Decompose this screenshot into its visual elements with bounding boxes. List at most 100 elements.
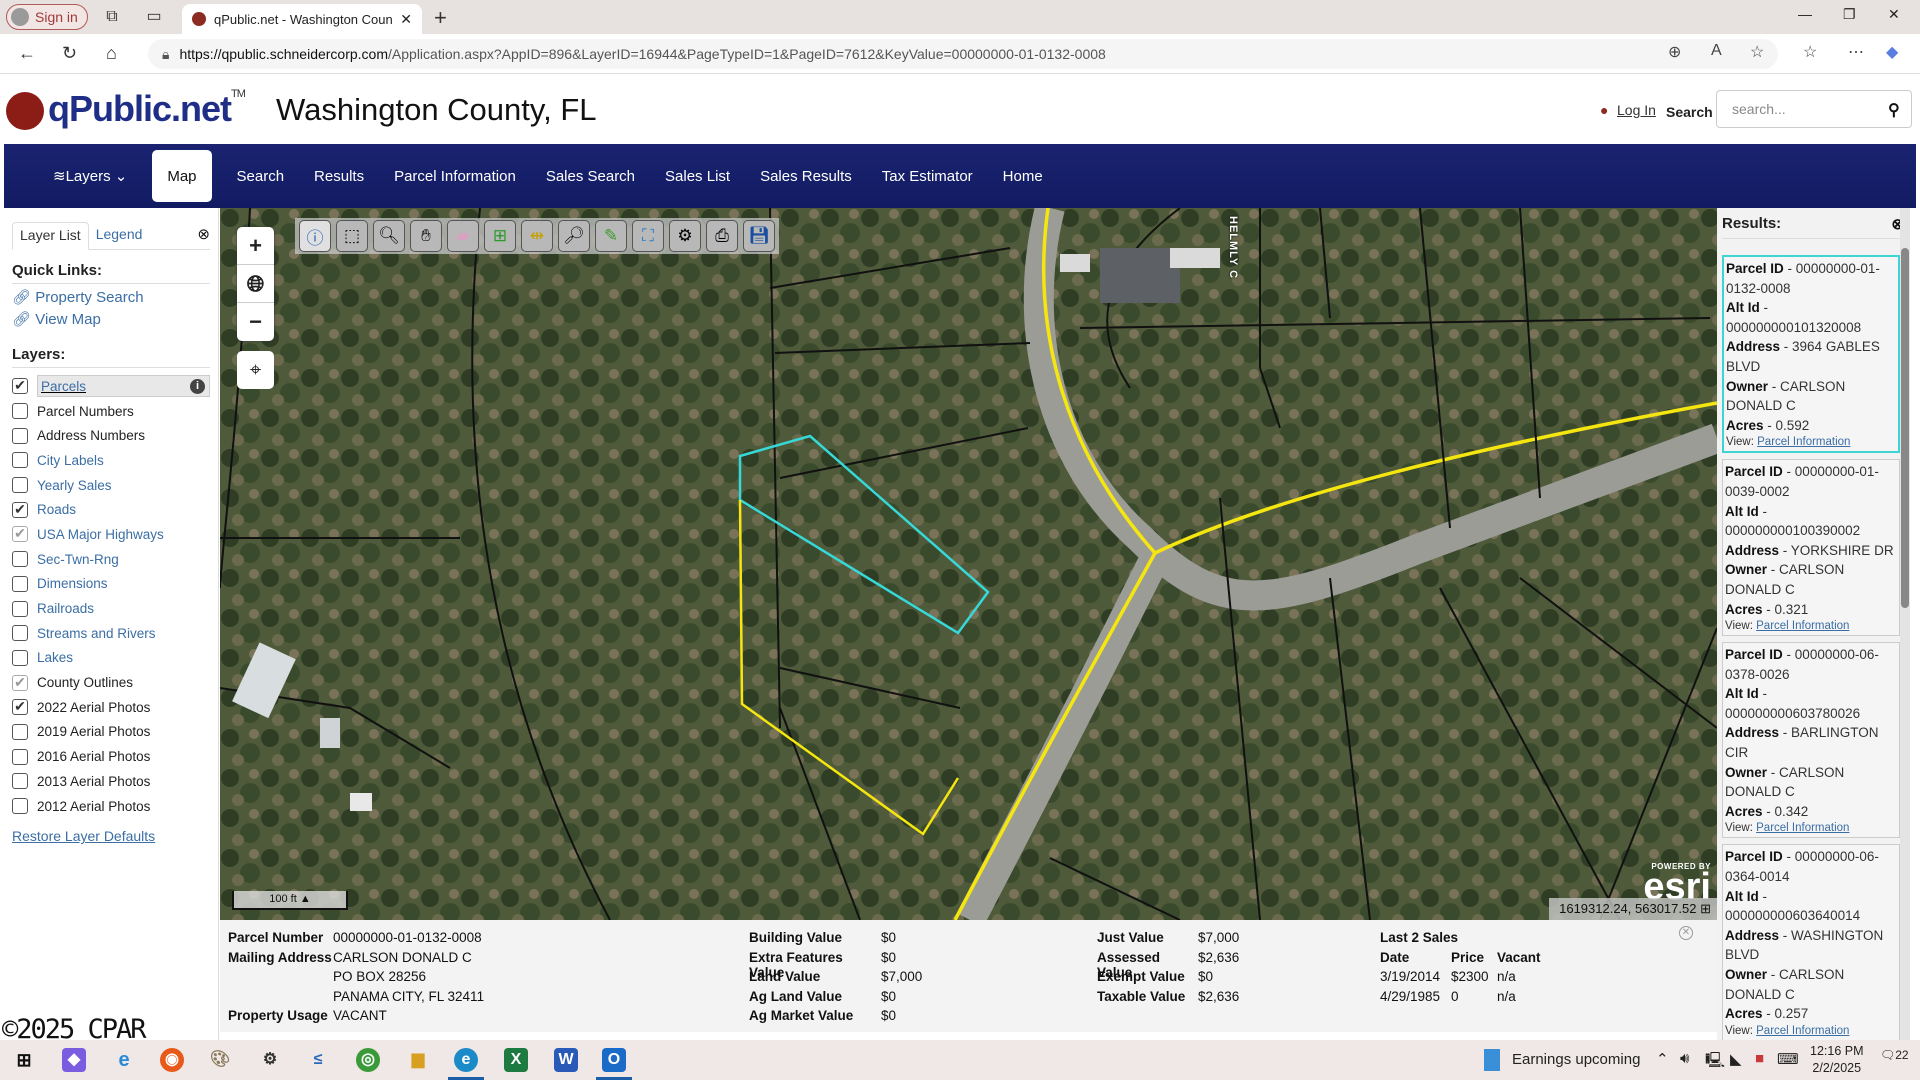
nav-map[interactable]: Map	[152, 150, 212, 202]
volume-icon[interactable]: 🔊︎	[1680, 1050, 1689, 1067]
layer-checkbox[interactable]	[12, 477, 28, 494]
layer-item[interactable]: ✔ Roads	[12, 497, 210, 522]
tray-app-icon[interactable]: ■	[1755, 1050, 1764, 1067]
close-panel-icon[interactable]: ⊗	[197, 225, 210, 243]
layer-checkbox[interactable]: ✔	[12, 526, 28, 543]
parcel-information-link[interactable]: Parcel Information	[1756, 1025, 1849, 1037]
settings-gear-icon[interactable]: ⚙	[258, 1048, 282, 1072]
multi-identify-tool-button[interactable]: ⚙	[669, 220, 701, 252]
chrome-icon[interactable]: ◎	[356, 1048, 380, 1072]
layer-checkbox[interactable]	[12, 427, 28, 444]
result-card[interactable]: Parcel ID - 00000000-01-0039-0002 Alt Id …	[1722, 459, 1900, 637]
layer-item[interactable]: Dimensions	[12, 572, 210, 597]
news-widget[interactable]: Earnings upcoming	[1512, 1051, 1640, 1068]
layer-item[interactable]: Streams and Rivers	[12, 621, 210, 646]
nav-parcel-information[interactable]: Parcel Information	[379, 150, 531, 202]
layer-item[interactable]: Lakes	[12, 646, 210, 671]
close-tab-icon[interactable]: ✕	[400, 11, 412, 28]
save-tool-button[interactable]: 💾︎	[743, 220, 775, 252]
nav-results[interactable]: Results	[299, 150, 379, 202]
layer-item[interactable]: ✔ County Outlines	[12, 670, 210, 695]
more-menu-icon[interactable]: ⋯	[1848, 42, 1864, 62]
refresh-icon[interactable]: ↻	[62, 43, 77, 64]
draw-tool-button[interactable]: ✎	[595, 220, 627, 252]
scanner-app-icon[interactable]: ≤	[306, 1048, 330, 1072]
profile-sign-in-button[interactable]: Sign in	[6, 4, 88, 30]
layer-item[interactable]: ✔ USA Major Highways	[12, 522, 210, 547]
layer-item[interactable]: 2019 Aerial Photos	[12, 720, 210, 745]
tab-actions-icon[interactable]: ▭	[144, 7, 164, 27]
layer-item[interactable]: City Labels	[12, 448, 210, 473]
layer-checkbox[interactable]: ✔	[12, 501, 28, 518]
close-window-icon[interactable]: ✕	[1888, 6, 1900, 23]
layer-checkbox[interactable]	[12, 723, 28, 740]
close-info-panel-icon[interactable]: ✕	[1679, 926, 1693, 940]
layer-item[interactable]: Parcel Numbers	[12, 399, 210, 424]
layer-info-icon[interactable]: i	[190, 379, 205, 395]
identify-tool-button[interactable]: ⓘ	[299, 220, 331, 252]
copilot-app-icon[interactable]: ◆	[62, 1048, 86, 1072]
eraser-tool-button[interactable]: ▰	[447, 220, 479, 252]
favorites-list-icon[interactable]: ☆	[1803, 42, 1817, 62]
result-card[interactable]: Parcel ID - 00000000-01-0132-0008 Alt Id …	[1722, 255, 1900, 454]
tab-layer-list[interactable]: Layer List	[12, 222, 89, 250]
select-tool-button[interactable]: ⬚	[336, 220, 368, 252]
network-icon[interactable]: 🖳	[1705, 1050, 1725, 1075]
layer-checkbox[interactable]	[12, 798, 28, 815]
property-search-link[interactable]: 🔗︎ Property Search	[12, 288, 210, 306]
layer-item[interactable]: 2012 Aerial Photos	[12, 794, 210, 819]
layer-item[interactable]: ✔ 2022 Aerial Photos	[12, 695, 210, 720]
layer-checkbox[interactable]	[12, 403, 28, 420]
search-icon[interactable]: ⚲	[1888, 100, 1900, 120]
full-extent-tool-button[interactable]: ⛶	[632, 220, 664, 252]
zoom-in-tool-button[interactable]: 🔍︎	[373, 220, 405, 252]
layer-item[interactable]: ✔ Parcels i	[12, 374, 210, 399]
login-link[interactable]: Log In	[1617, 102, 1656, 118]
paint-app-icon[interactable]: 🎨︎	[208, 1048, 232, 1072]
url-field[interactable]: 🔒︎ https://qpublic.schneidercorp.com/App…	[148, 39, 1778, 69]
pan-tool-button[interactable]: ✋︎	[410, 220, 442, 252]
word-icon[interactable]: W	[554, 1048, 578, 1072]
layer-checkbox[interactable]: ✔	[12, 378, 28, 395]
parcel-information-link[interactable]: Parcel Information	[1757, 436, 1850, 448]
parcel-information-link[interactable]: Parcel Information	[1756, 822, 1849, 834]
nav-sales-results[interactable]: Sales Results	[745, 150, 867, 202]
layer-checkbox[interactable]: ✔	[12, 674, 28, 691]
system-clock[interactable]: 12:16 PM 2/2/2025	[1810, 1043, 1864, 1077]
outlook-icon[interactable]: O	[602, 1048, 626, 1072]
firefox-icon[interactable]: ◉	[160, 1048, 184, 1072]
layer-item[interactable]: Yearly Sales	[12, 473, 210, 498]
layer-checkbox[interactable]	[12, 625, 28, 642]
excel-icon[interactable]: X	[504, 1048, 528, 1072]
view-map-link[interactable]: 🔗︎ View Map	[12, 310, 210, 328]
copilot-icon[interactable]: ◆	[1886, 42, 1898, 62]
layer-checkbox[interactable]	[12, 551, 28, 568]
add-selection-tool-button[interactable]: ⊞	[484, 220, 516, 252]
selected-layer-highlight[interactable]: Parcels i	[37, 375, 210, 398]
globe-home-button[interactable]: 🌐︎	[237, 265, 274, 303]
new-tab-icon[interactable]: +	[434, 5, 447, 31]
nav-layers[interactable]: ≋Layers ⌄	[38, 150, 142, 202]
map-view[interactable]: HELMLY C + 🌐︎ − ⌖ ⓘ ⬚ 🔍︎ ✋︎ ▰ ⊞ ⇹ 🔎︎ ✎ ⛶…	[220, 208, 1717, 920]
notification-center-icon[interactable]: 🗨︎22	[1880, 1048, 1909, 1062]
zoom-xy-tool-button[interactable]: 🔎︎	[558, 220, 590, 252]
windows-start-icon[interactable]: ⊞	[12, 1048, 36, 1072]
file-explorer-icon[interactable]: ▆	[406, 1048, 430, 1072]
result-card[interactable]: Parcel ID - 00000000-06-0378-0026 Alt Id …	[1722, 642, 1900, 839]
scrollbar-thumb[interactable]	[1901, 248, 1909, 608]
layer-checkbox[interactable]	[12, 773, 28, 790]
result-card[interactable]: Parcel ID - 00000000-06-0364-0014 Alt Id …	[1722, 844, 1900, 1040]
show-hidden-icons-icon[interactable]: ⌃	[1656, 1050, 1669, 1068]
read-aloud-icon[interactable]: A	[1711, 42, 1722, 60]
layer-checkbox[interactable]	[12, 600, 28, 617]
results-scrollbar[interactable]	[1900, 208, 1910, 1040]
nav-sales-list[interactable]: Sales List	[650, 150, 745, 202]
layer-checkbox[interactable]	[12, 649, 28, 666]
zoom-page-icon[interactable]: ⊕	[1668, 42, 1681, 62]
browser-tab-active[interactable]: qPublic.net - Washington County ✕	[182, 4, 422, 34]
parcel-information-link[interactable]: Parcel Information	[1756, 620, 1849, 632]
nav-search[interactable]: Search	[222, 150, 300, 202]
favorite-star-icon[interactable]: ☆	[1750, 42, 1764, 62]
zoom-out-button[interactable]: −	[237, 303, 274, 341]
tab-legend[interactable]: Legend	[89, 222, 150, 249]
